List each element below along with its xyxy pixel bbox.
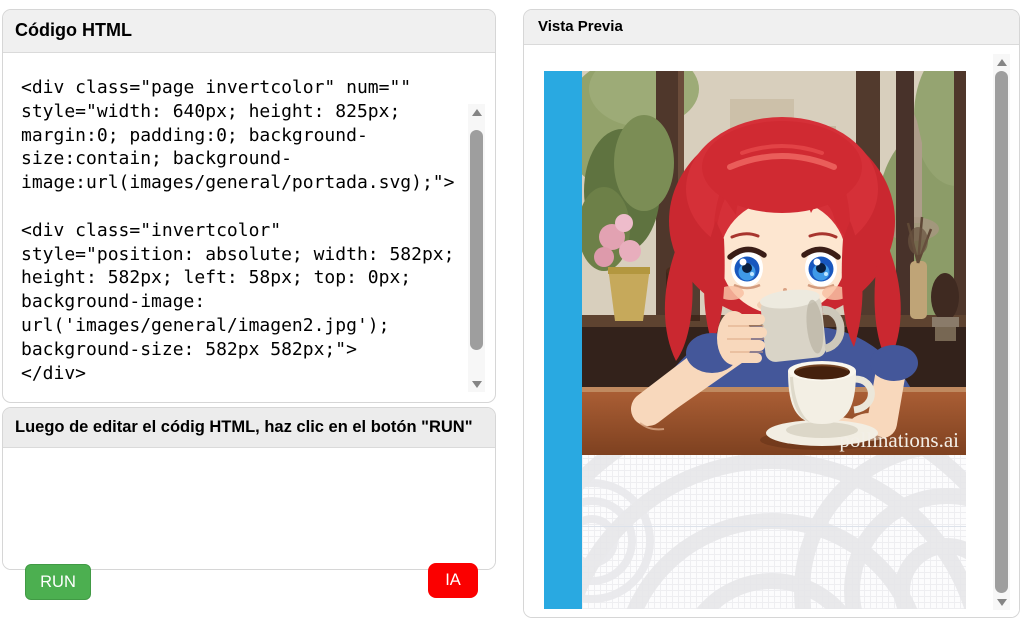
scroll-up-arrow-icon[interactable] <box>993 54 1010 70</box>
watermark-text: pollinations.ai <box>839 428 959 452</box>
preview-panel: Vista Previa <box>523 9 1020 618</box>
run-button[interactable]: RUN <box>25 564 91 600</box>
rendered-page: pollinations.ai <box>544 71 966 609</box>
ia-button[interactable]: IA <box>428 563 478 598</box>
preview-viewport[interactable]: pollinations.ai <box>524 46 1019 617</box>
preview-image: pollinations.ai <box>582 71 966 455</box>
instructions-message: Luego de editar el códig HTML, haz clic … <box>3 408 495 448</box>
blue-stripe <box>544 71 582 609</box>
instructions-panel: Luego de editar el códig HTML, haz clic … <box>2 407 496 570</box>
preview-scrollbar[interactable] <box>993 54 1010 610</box>
page-divider-line <box>582 526 966 527</box>
scroll-up-arrow-icon[interactable] <box>468 104 485 120</box>
app-window: Código HTML <div class="page invertcolor… <box>0 0 1027 631</box>
scroll-down-arrow-icon[interactable] <box>993 594 1010 610</box>
html-code-editor[interactable]: <div class="page invertcolor" num="" sty… <box>21 76 471 398</box>
scroll-down-arrow-icon[interactable] <box>468 376 485 392</box>
instructions-panel-body <box>3 468 495 569</box>
code-scrollbar[interactable] <box>468 104 485 392</box>
preview-panel-title: Vista Previa <box>524 10 1019 45</box>
preview-scrollbar-thumb[interactable] <box>995 71 1008 593</box>
code-editor-area: <div class="page invertcolor" num="" sty… <box>3 54 495 402</box>
code-scrollbar-thumb[interactable] <box>470 130 483 350</box>
code-panel: Código HTML <div class="page invertcolor… <box>2 9 496 403</box>
code-panel-title: Código HTML <box>3 10 495 53</box>
